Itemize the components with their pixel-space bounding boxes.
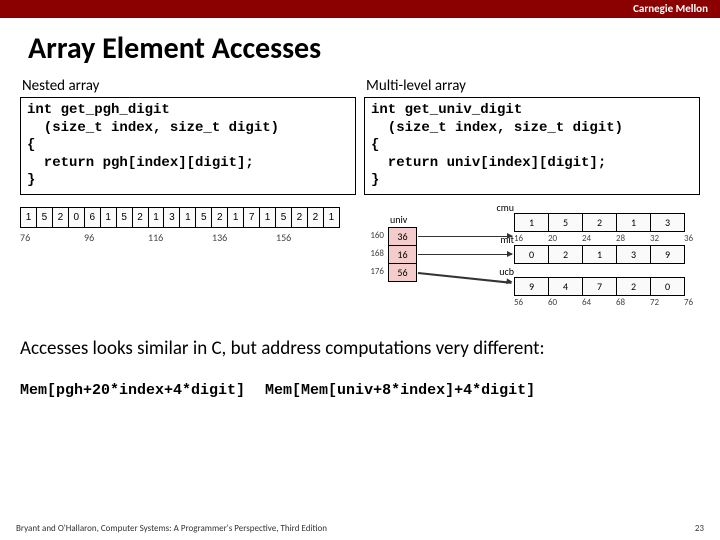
cell: 1 <box>180 207 196 227</box>
right-column: Multi-level array int get_univ_digit (si… <box>364 77 700 195</box>
cell: 7 <box>244 207 260 227</box>
cell: 5 <box>196 207 212 227</box>
row-addrs-bot: 566064687276 <box>514 297 718 308</box>
cell: 9 <box>651 245 685 263</box>
arrow-icon <box>418 236 512 238</box>
mem-right: Mem[Mem[univ+8*index]+4*digit] <box>265 382 535 399</box>
cell: 2 <box>549 245 583 263</box>
cell: 1 <box>148 207 164 227</box>
cell: 1 <box>323 207 339 227</box>
cell: 2 <box>307 207 323 227</box>
diagrams-row: 15206152131521715221 7696116136156 univ … <box>0 195 720 321</box>
cell: 5 <box>116 207 132 227</box>
cell: 9 <box>515 277 549 295</box>
cell: 3 <box>651 213 685 231</box>
ptr-cell: 56 <box>389 263 417 281</box>
row-addrs-top: 162024283236 <box>514 233 718 244</box>
cell: 1 <box>515 213 549 231</box>
left-column: Nested array int get_pgh_digit (size_t i… <box>20 77 356 195</box>
footer: Bryant and O'Hallaron, Computer Systems:… <box>16 523 704 534</box>
cell: 2 <box>132 207 148 227</box>
slide-title: Array Element Accesses <box>0 18 720 77</box>
ptr-cell: 36 <box>389 227 417 245</box>
cell: 1 <box>100 207 116 227</box>
cell: 0 <box>515 245 549 263</box>
cell: 7 <box>583 277 617 295</box>
univ-label: univ <box>390 213 407 226</box>
cell: 6 <box>84 207 100 227</box>
cell: 5 <box>36 207 52 227</box>
cell: 3 <box>164 207 180 227</box>
nested-addrs: 7696116136156 <box>20 231 340 244</box>
nested-diagram: 15206152131521715221 7696116136156 <box>20 207 340 244</box>
cell: 2 <box>583 213 617 231</box>
cell: 2 <box>291 207 307 227</box>
footer-citation: Bryant and O'Hallaron, Computer Systems:… <box>16 523 327 534</box>
cell: 4 <box>549 277 583 295</box>
cell: 1 <box>583 245 617 263</box>
right-code: int get_univ_digit (size_t index, size_t… <box>364 97 700 195</box>
cell: 0 <box>651 277 685 295</box>
nested-cells: 15206152131521715221 <box>20 207 340 228</box>
ptr-cell: 16 <box>389 245 417 263</box>
row-ucb: 94720 <box>514 277 685 296</box>
cell: 0 <box>68 207 84 227</box>
mem-left: Mem[pgh+20*index+4*digit] <box>20 382 245 399</box>
cell: 1 <box>260 207 276 227</box>
cell: 2 <box>52 207 68 227</box>
row-cmu: 15213 <box>514 213 685 232</box>
summary-text: Accesses looks similar in C, but address… <box>0 321 720 364</box>
cell: 1 <box>21 207 37 227</box>
multilevel-diagram: univ 160168176 361656 cmu 15213 mit 0213… <box>354 207 700 317</box>
cell: 5 <box>549 213 583 231</box>
brand-label: Carnegie Mellon <box>633 2 708 15</box>
cell: 1 <box>228 207 244 227</box>
mem-expressions: Mem[pgh+20*index+4*digit] Mem[Mem[univ+8… <box>0 364 720 417</box>
brand-bar: Carnegie Mellon <box>0 0 720 18</box>
cell: 1 <box>617 213 651 231</box>
page-number: 23 <box>695 523 704 534</box>
row-label-ucb: ucb <box>484 265 514 278</box>
cell: 2 <box>617 277 651 295</box>
cell: 5 <box>276 207 292 227</box>
cell: 3 <box>617 245 651 263</box>
right-label: Multi-level array <box>364 77 700 97</box>
cell: 2 <box>212 207 228 227</box>
row-mit: 02139 <box>514 245 685 264</box>
code-columns: Nested array int get_pgh_digit (size_t i… <box>0 77 720 195</box>
left-label: Nested array <box>20 77 356 97</box>
ptr-addrs: 160168176 <box>360 227 384 281</box>
left-code: int get_pgh_digit (size_t index, size_t … <box>20 97 356 195</box>
row-label-cmu: cmu <box>484 201 514 214</box>
ptr-table: 361656 <box>388 227 417 282</box>
arrow-icon <box>418 254 512 256</box>
